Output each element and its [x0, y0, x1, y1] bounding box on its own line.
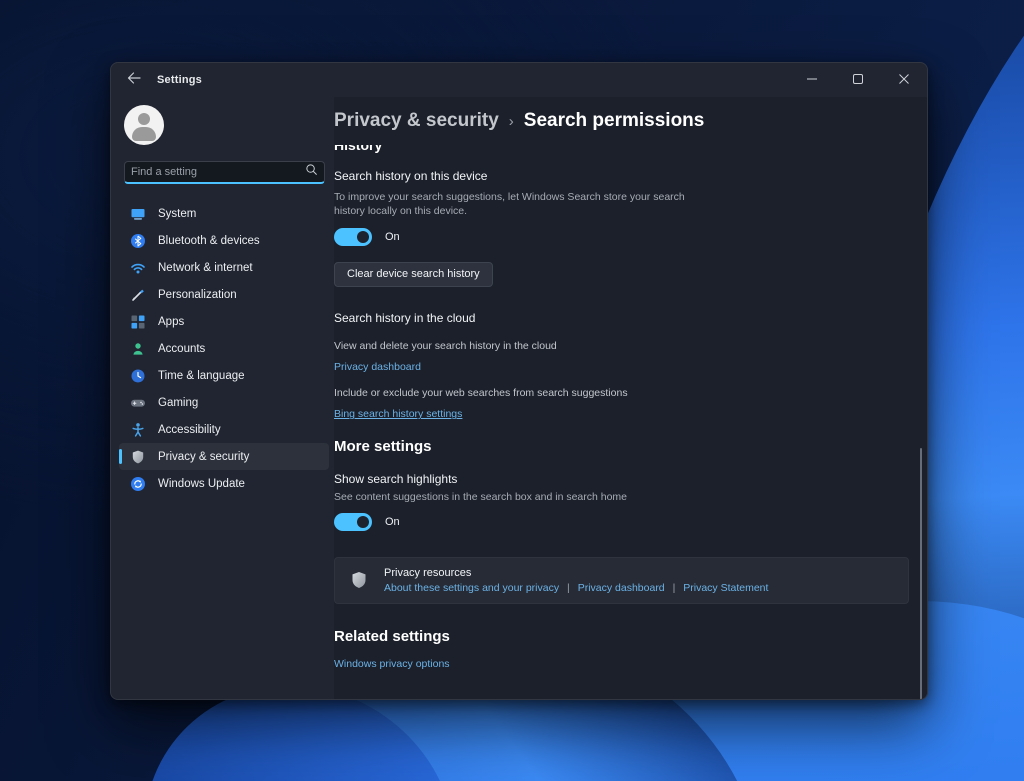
main-content: Privacy & security › Search permissions … [334, 97, 927, 699]
privacy-resources-banner: Privacy resources About these settings a… [334, 557, 909, 604]
accessibility-icon [130, 422, 146, 438]
privacy-dashboard-link[interactable]: Privacy dashboard [334, 361, 421, 373]
minimize-icon [807, 71, 817, 89]
network-icon [130, 260, 146, 276]
banner-text: Privacy resources About these settings a… [384, 567, 768, 594]
more-settings-heading: More settings [334, 438, 909, 455]
cloud-view-desc: View and delete your search history in t… [334, 340, 909, 352]
shield-icon [349, 570, 369, 590]
sidebar-item-bluetooth-devices[interactable]: Bluetooth & devices [119, 227, 329, 254]
cloud-history-heading: Search history in the cloud [334, 311, 909, 325]
link-separator: | [567, 582, 570, 594]
sidebar-item-apps[interactable]: Apps [119, 308, 329, 335]
privacy-shield-icon [130, 449, 146, 465]
accounts-icon [130, 341, 146, 357]
breadcrumb-parent[interactable]: Privacy & security [334, 110, 499, 132]
privacy-statement-link[interactable]: Privacy Statement [683, 582, 768, 594]
sidebar-item-accessibility[interactable]: Accessibility [119, 416, 329, 443]
windows-privacy-options-link[interactable]: Windows privacy options [334, 658, 450, 670]
vertical-scrollbar[interactable] [920, 448, 922, 700]
device-history-desc: To improve your search suggestions, let … [334, 190, 696, 218]
sidebar-item-label: System [158, 208, 196, 220]
settings-scroll-area[interactable]: History Search history on this device To… [334, 145, 909, 699]
search-highlights-title: Show search highlights [334, 472, 909, 486]
sidebar-item-gaming[interactable]: Gaming [119, 389, 329, 416]
history-heading: History [334, 145, 909, 153]
toggle-knob [357, 516, 369, 528]
toggle-knob [357, 231, 369, 243]
sidebar-item-label: Gaming [158, 397, 198, 409]
device-history-toggle-row: On [334, 228, 909, 246]
window-controls [789, 63, 927, 97]
windows-update-icon [130, 476, 146, 492]
sidebar-item-accounts[interactable]: Accounts [119, 335, 329, 362]
privacy-dashboard-banner-link[interactable]: Privacy dashboard [578, 582, 665, 594]
sidebar-item-time-language[interactable]: Time & language [119, 362, 329, 389]
bluetooth-icon [130, 233, 146, 249]
gaming-icon [130, 395, 146, 411]
search-icon [305, 163, 318, 181]
device-history-toggle[interactable] [334, 228, 372, 246]
settings-search-box [124, 161, 325, 184]
sidebar-item-label: Time & language [158, 370, 245, 382]
chevron-right-icon: › [509, 113, 514, 130]
privacy-resources-title: Privacy resources [384, 567, 768, 579]
sidebar-item-label: Accounts [158, 343, 205, 355]
search-highlights-toggle[interactable] [334, 513, 372, 531]
about-settings-privacy-link[interactable]: About these settings and your privacy [384, 582, 559, 594]
sidebar-item-label: Personalization [158, 289, 237, 301]
time-language-icon [130, 368, 146, 384]
device-history-toggle-state: On [385, 231, 400, 243]
title-bar: Settings [111, 63, 927, 97]
sidebar-item-network-internet[interactable]: Network & internet [119, 254, 329, 281]
related-settings-heading: Related settings [334, 628, 909, 645]
account-avatar-wrap [119, 101, 329, 159]
sidebar-item-label: Network & internet [158, 262, 253, 274]
maximize-icon [853, 71, 863, 89]
sidebar-nav: System Bluetooth & devices Network & int… [119, 200, 329, 497]
close-icon [899, 71, 909, 89]
apps-icon [130, 314, 146, 330]
sidebar-item-label: Windows Update [158, 478, 245, 490]
sidebar-item-label: Apps [158, 316, 184, 328]
search-highlights-desc: See content suggestions in the search bo… [334, 490, 696, 504]
page-title: Search permissions [524, 110, 705, 132]
sidebar-item-privacy-security[interactable]: Privacy & security [119, 443, 329, 470]
bing-search-history-settings-link[interactable]: Bing search history settings [334, 408, 462, 420]
close-button[interactable] [881, 63, 927, 97]
sidebar-item-label: Accessibility [158, 424, 221, 436]
sidebar-item-label: Privacy & security [158, 451, 249, 463]
link-separator: | [673, 582, 676, 594]
sidebar: System Bluetooth & devices Network & int… [111, 97, 334, 699]
avatar-body [132, 127, 156, 141]
privacy-resources-links: About these settings and your privacy | … [384, 582, 768, 594]
sidebar-item-label: Bluetooth & devices [158, 235, 260, 247]
personalization-icon [130, 287, 146, 303]
window-title: Settings [157, 74, 202, 86]
maximize-button[interactable] [835, 63, 881, 97]
back-arrow-icon [127, 71, 141, 89]
sidebar-item-personalization[interactable]: Personalization [119, 281, 329, 308]
search-input[interactable] [131, 166, 305, 178]
include-exclude-desc: Include or exclude your web searches fro… [334, 387, 909, 399]
device-history-title: Search history on this device [334, 169, 909, 183]
sidebar-item-system[interactable]: System [119, 200, 329, 227]
back-button[interactable] [119, 68, 149, 92]
search-highlights-toggle-row: On [334, 513, 909, 531]
breadcrumb: Privacy & security › Search permissions [334, 97, 909, 137]
search-highlights-toggle-state: On [385, 516, 400, 528]
avatar[interactable] [124, 105, 164, 145]
clear-device-search-history-button[interactable]: Clear device search history [334, 262, 493, 287]
sidebar-item-windows-update[interactable]: Windows Update [119, 470, 329, 497]
settings-window: Settings [110, 62, 928, 700]
avatar-head [138, 113, 150, 125]
minimize-button[interactable] [789, 63, 835, 97]
system-icon [130, 206, 146, 222]
